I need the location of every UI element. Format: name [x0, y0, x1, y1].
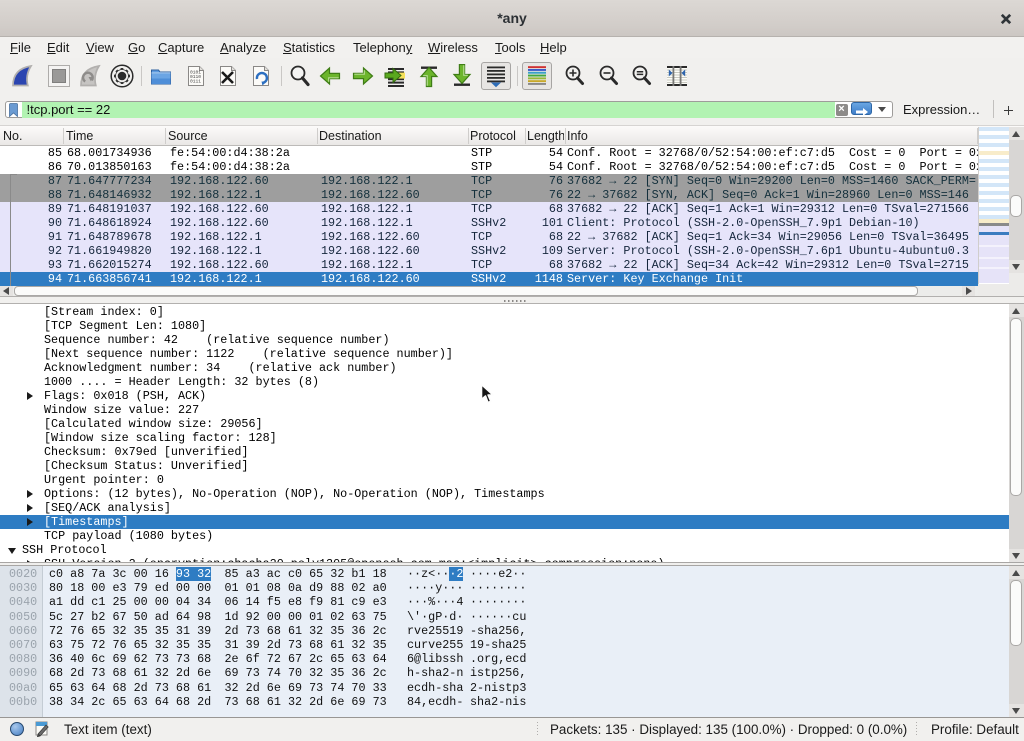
svg-text:0111: 0111 [190, 79, 201, 85]
